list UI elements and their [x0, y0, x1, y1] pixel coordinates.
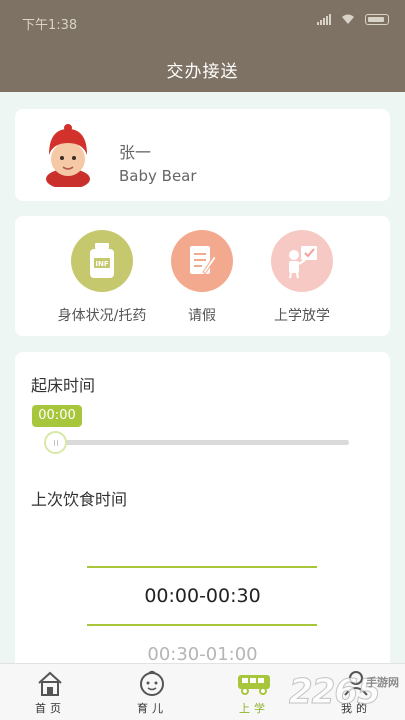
battery-icon	[365, 14, 389, 25]
action-shortcuts: INF 身体状况/托药 请假 上学放学	[15, 216, 390, 336]
page-title: 交办接送	[166, 62, 239, 82]
child-english-name: Baby Bear	[119, 167, 197, 185]
wake-time-slider-thumb[interactable]	[44, 431, 67, 454]
tab-school[interactable]: 上学	[214, 668, 294, 716]
watermark: 2265 手游网	[289, 668, 399, 718]
child-profile-card[interactable]: 张一 Baby Bear	[15, 109, 390, 201]
title-bar: 交办接送	[0, 44, 405, 92]
baby-face-icon	[132, 668, 172, 698]
tab-home-label: 首页	[35, 702, 65, 715]
tab-parenting-label: 育儿	[137, 702, 167, 715]
school-pickup-button[interactable]: 上学放学	[242, 230, 362, 325]
child-name: 张一	[119, 143, 152, 162]
wake-time-value: 00:00	[32, 405, 82, 427]
svg-text:INF: INF	[95, 260, 108, 268]
school-pickup-icon	[271, 230, 333, 292]
child-avatar	[46, 124, 90, 187]
watermark-text: 手游网	[366, 676, 399, 689]
school-pickup-label: 上学放学	[274, 308, 330, 324]
signal-icon	[317, 14, 331, 25]
last-meal-label: 上次饮食时间	[31, 490, 128, 509]
wifi-icon	[342, 14, 354, 24]
wake-time-slider-track[interactable]	[55, 440, 349, 445]
picker-divider-bottom	[87, 624, 317, 626]
home-icon	[30, 668, 70, 698]
leave-note-icon	[171, 230, 233, 292]
picker-divider-top	[87, 566, 317, 568]
wake-time-label: 起床时间	[31, 376, 96, 395]
status-icons	[317, 14, 389, 25]
time-form-card: 起床时间 00:00 上次饮食时间 00:00-00:30 00:30-01:0…	[15, 352, 390, 692]
tab-school-label: 上学	[239, 702, 269, 715]
medicine-bottle-icon: INF	[71, 230, 133, 292]
status-bar: 下午1:38	[0, 0, 405, 44]
school-bus-icon	[234, 668, 274, 698]
meal-time-option-selected[interactable]: 00:00-00:30	[15, 585, 390, 607]
tab-home[interactable]: 首页	[10, 668, 90, 716]
meal-time-option[interactable]: 00:30-01:00	[15, 644, 390, 665]
status-time: 下午1:38	[22, 18, 78, 33]
tab-parenting[interactable]: 育儿	[112, 668, 192, 716]
